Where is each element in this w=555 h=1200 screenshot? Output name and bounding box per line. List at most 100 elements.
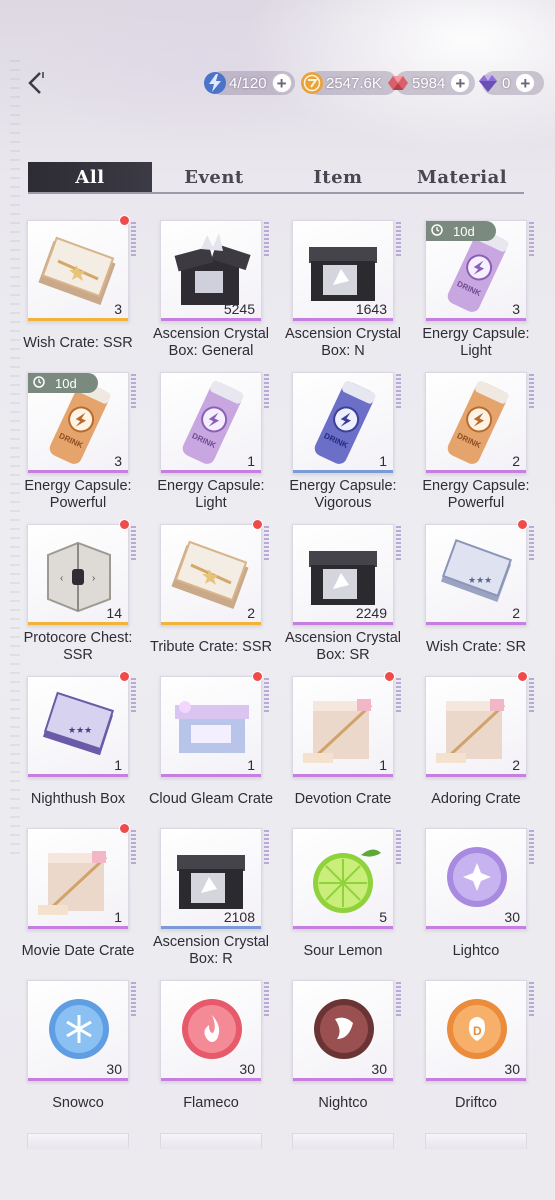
inventory-item[interactable]: ★★★ 2 Wish Crate: SR xyxy=(425,519,535,664)
item-card[interactable]: 1 xyxy=(160,676,262,778)
rarity-bar xyxy=(28,774,128,777)
energy-add-button[interactable]: + xyxy=(271,73,292,93)
item-count: 2249 xyxy=(355,605,387,621)
item-name: Snowco xyxy=(52,1094,104,1111)
crystals-add-button[interactable]: + xyxy=(515,73,536,93)
item-card[interactable]: DRINK 3 10d xyxy=(27,372,129,474)
inventory-item[interactable]: 2249 Ascension Crystal Box: SR xyxy=(285,524,402,664)
energy-lightning-icon xyxy=(204,72,226,94)
inventory-item[interactable]: 2108 Ascension Crystal Box: R xyxy=(153,828,270,968)
item-name: Energy Capsule: Light xyxy=(157,478,265,511)
item-name: Nighthush Box xyxy=(30,790,126,807)
rarity-bar xyxy=(426,926,526,929)
item-count: 30 xyxy=(106,1061,122,1077)
item-count: 1643 xyxy=(355,301,387,317)
red-gem-icon xyxy=(388,76,408,90)
rarity-strip xyxy=(396,678,401,714)
inventory-item[interactable]: ★★★ 1 Nighthush Box xyxy=(27,671,137,816)
inventory-item[interactable]: DRINK 2 Energy Capsule: Powerful xyxy=(422,372,535,512)
item-card[interactable]: DRINK 1 xyxy=(292,372,394,474)
item-card[interactable]: ★★★ 2 xyxy=(425,524,527,626)
rarity-bar xyxy=(161,470,261,473)
tab-all[interactable]: All xyxy=(28,162,152,193)
back-button[interactable] xyxy=(20,68,50,98)
back-arrow-icon xyxy=(28,72,44,94)
inventory-item[interactable]: DRINK 1 Energy Capsule: Vigorous xyxy=(289,372,402,512)
currency-crystals: 0 + xyxy=(476,70,536,96)
rarity-strip xyxy=(396,526,401,562)
inventory-item[interactable]: D 30 Driftco xyxy=(425,980,535,1120)
inventory-item[interactable]: DRINK 1 Energy Capsule: Light xyxy=(157,372,270,512)
item-count: 1 xyxy=(247,453,255,469)
item-name: Ascension Crystal Box: SR xyxy=(284,630,402,663)
item-card[interactable]: ★★★ 1 xyxy=(27,676,129,778)
item-card[interactable]: DRINK 1 xyxy=(160,372,262,474)
inventory-item[interactable]: 3 Wish Crate: SSR xyxy=(23,215,137,360)
rarity-strip xyxy=(131,374,136,410)
new-item-dot xyxy=(517,671,528,682)
item-card[interactable]: 5 xyxy=(292,828,394,930)
inventory-item[interactable]: 1643 Ascension Crystal Box: N xyxy=(285,220,402,360)
inventory-item[interactable]: 30 Flameco xyxy=(160,980,270,1120)
item-card[interactable]: 1 xyxy=(27,828,129,930)
item-count: 30 xyxy=(371,1061,387,1077)
item-card[interactable]: 2 xyxy=(425,676,527,778)
item-count: 1 xyxy=(114,909,122,925)
gems-value: 5984 xyxy=(412,74,446,92)
rarity-bar xyxy=(28,1078,128,1081)
item-card[interactable]: 1 xyxy=(292,676,394,778)
item-count: 2 xyxy=(512,605,520,621)
item-card[interactable]: ‹ › 14 xyxy=(27,524,129,626)
item-card[interactable]: 30 xyxy=(425,828,527,930)
item-card[interactable]: 3 xyxy=(27,220,129,322)
rarity-strip xyxy=(396,374,401,410)
inventory-item[interactable]: 5 Sour Lemon xyxy=(292,828,402,968)
item-count: 1 xyxy=(114,757,122,773)
inventory-item[interactable]: DRINK 3 10d Energy Capsule: Powerful xyxy=(24,372,137,512)
rarity-bar xyxy=(293,318,393,321)
rarity-strip xyxy=(264,374,269,410)
rarity-strip xyxy=(529,678,534,714)
item-name: Devotion Crate xyxy=(294,790,392,807)
top-bar: 4/120 + 2547.6K 5984 + 0 + xyxy=(0,60,555,108)
item-card[interactable]: 2249 xyxy=(292,524,394,626)
item-card[interactable]: D 30 xyxy=(425,980,527,1082)
item-count: 30 xyxy=(504,1061,520,1077)
item-name: Lightco xyxy=(452,942,500,959)
item-card[interactable]: DRINK 3 10d xyxy=(425,220,527,322)
item-count: 30 xyxy=(504,909,520,925)
tab-material[interactable]: Material xyxy=(400,162,524,193)
new-item-dot xyxy=(119,519,130,530)
inventory-item[interactable]: 2 Tribute Crate: SSR xyxy=(150,519,272,664)
tab-underline xyxy=(28,192,524,194)
inventory-item[interactable]: 1 Movie Date Crate xyxy=(22,823,137,968)
inventory-item[interactable]: 5245 Ascension Crystal Box: General xyxy=(153,220,270,360)
item-card[interactable]: DRINK 2 xyxy=(425,372,527,474)
item-card[interactable]: 2 xyxy=(160,524,262,626)
item-count: 3 xyxy=(512,301,520,317)
rarity-strip xyxy=(264,678,269,714)
item-card[interactable]: 30 xyxy=(160,980,262,1082)
item-card[interactable]: 30 xyxy=(27,980,129,1082)
gems-add-button[interactable]: + xyxy=(450,73,471,93)
inventory-item[interactable]: DRINK 3 10d Energy Capsule: Light xyxy=(422,220,535,360)
inventory-item[interactable]: 30 Snowco xyxy=(27,980,137,1120)
currency-gems: 5984 + xyxy=(386,70,471,96)
inventory-item[interactable]: 1 Devotion Crate xyxy=(292,671,402,816)
item-card[interactable]: 1643 xyxy=(292,220,394,322)
tab-event[interactable]: Event xyxy=(152,162,276,193)
inventory-item[interactable]: ‹ › 14 Protocore Chest: SSR xyxy=(24,519,137,664)
item-card[interactable]: 2108 xyxy=(160,828,262,930)
inventory-item[interactable]: 30 Lightco xyxy=(425,828,535,968)
item-card[interactable]: 30 xyxy=(292,980,394,1082)
tab-item[interactable]: Item xyxy=(276,162,400,193)
item-card[interactable]: 5245 xyxy=(160,220,262,322)
inventory-item[interactable]: 2 Adoring Crate xyxy=(425,671,535,816)
item-name: Tribute Crate: SSR xyxy=(150,638,272,655)
item-name: Energy Capsule: Vigorous xyxy=(289,478,397,511)
rarity-strip xyxy=(529,374,534,410)
inventory-item[interactable]: 1 Cloud Gleam Crate xyxy=(149,671,273,816)
rarity-bar xyxy=(293,470,393,473)
inventory-item[interactable]: 30 Nightco xyxy=(292,980,402,1120)
rarity-strip xyxy=(131,526,136,562)
